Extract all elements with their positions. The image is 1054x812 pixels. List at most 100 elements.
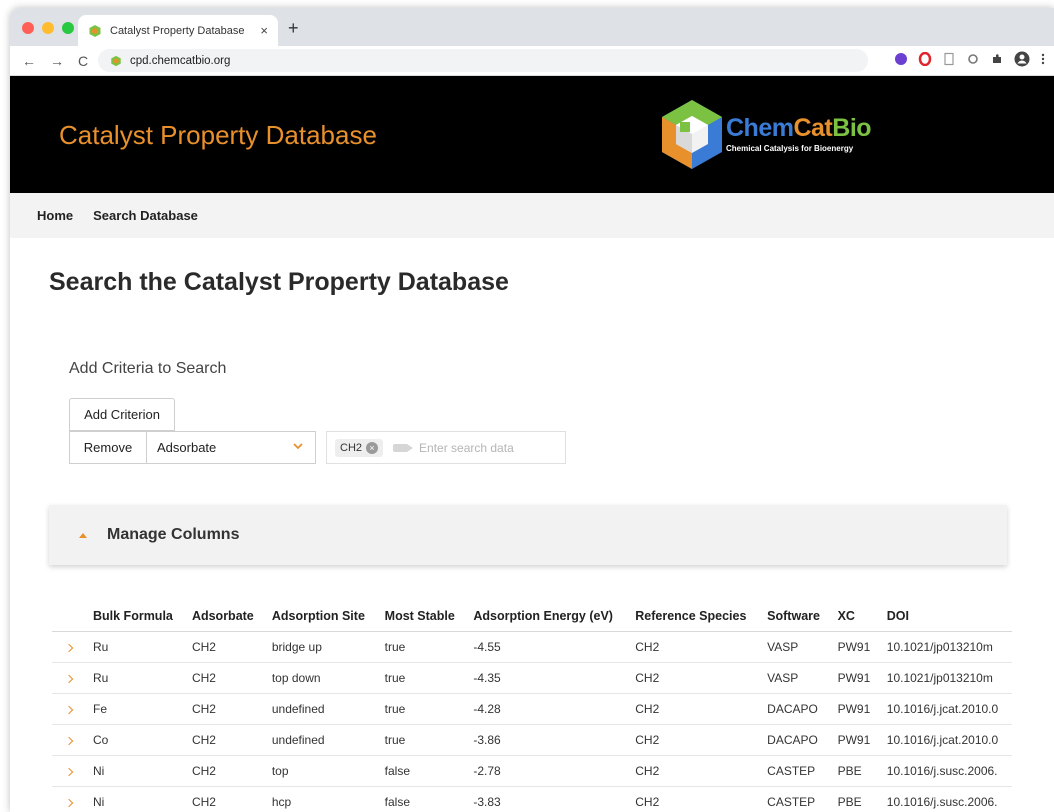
site-header: Catalyst Property Database ChemCatBio Ch… — [10, 76, 1054, 193]
cell-adsorption-energy: -3.83 — [466, 786, 629, 812]
logo-text: ChemCatBio Chemical Catalysis for Bioene… — [726, 114, 872, 153]
site-nav: Home Search Database — [10, 193, 1054, 238]
table-row[interactable]: Ni CH2 hcp false -3.83 CH2 CASTEP PBE 10… — [52, 786, 1012, 812]
puzzle-icon[interactable] — [990, 52, 1004, 66]
table-row[interactable]: Co CH2 undefined true -3.86 CH2 DACAPO P… — [52, 724, 1012, 756]
cell-software: VASP — [760, 662, 831, 694]
browser-tab[interactable]: Catalyst Property Database × — [78, 15, 278, 46]
cell-adsorption-site: bridge up — [264, 631, 378, 663]
criterion-select[interactable]: Adsorbate — [146, 431, 316, 464]
cell-adsorption-site: undefined — [264, 724, 378, 756]
cell-doi: 10.1021/jp013210m — [879, 631, 1012, 663]
cell-reference-species: CH2 — [628, 786, 761, 812]
row-expand-button[interactable] — [52, 693, 86, 725]
row-expand-button[interactable] — [52, 786, 86, 812]
chip-label: CH2 — [340, 441, 363, 454]
cell-doi: 10.1016/j.jcat.2010.0 — [879, 693, 1012, 725]
document-icon[interactable] — [942, 52, 956, 66]
table-row[interactable]: Ni CH2 top false -2.78 CH2 CASTEP PBE 10… — [52, 755, 1012, 787]
remove-criterion-button[interactable]: Remove — [69, 431, 147, 464]
chevron-right-icon — [64, 674, 74, 683]
logo-tagline: Chemical Catalysis for Bioenergy — [726, 144, 854, 153]
site-title[interactable]: Catalyst Property Database — [59, 120, 377, 151]
header-xc[interactable]: XC — [830, 601, 880, 632]
table-header-row: Bulk Formula Adsorbate Adsorption Site M… — [52, 601, 1012, 632]
nav-home[interactable]: Home — [37, 208, 73, 223]
cell-bulk-formula: Fe — [86, 693, 185, 725]
close-window-button[interactable] — [22, 22, 34, 34]
cell-adsorbate: CH2 — [184, 662, 265, 694]
cell-reference-species: CH2 — [628, 662, 761, 694]
cell-most-stable: false — [377, 786, 467, 812]
row-expand-button[interactable] — [52, 755, 86, 787]
header-adsorption-energy[interactable]: Adsorption Energy (eV) — [466, 601, 629, 632]
maximize-window-button[interactable] — [62, 22, 74, 34]
cell-adsorption-energy: -3.86 — [466, 724, 629, 756]
back-icon[interactable]: ← — [22, 53, 36, 69]
menu-dots-icon[interactable] — [1040, 52, 1046, 66]
header-adsorption-site[interactable]: Adsorption Site — [264, 601, 378, 632]
header-software[interactable]: Software — [760, 601, 831, 632]
row-expand-button[interactable] — [52, 631, 86, 663]
circle-icon[interactable] — [966, 52, 980, 66]
reload-icon[interactable]: C — [78, 53, 88, 69]
table-row[interactable]: Ru CH2 top down true -4.35 CH2 VASP PW91… — [52, 662, 1012, 694]
window-controls — [22, 22, 74, 34]
cell-reference-species: CH2 — [628, 631, 761, 663]
site-favicon-icon — [89, 24, 101, 37]
results-table: Bulk Formula Adsorbate Adsorption Site M… — [52, 601, 1012, 812]
tab-close-icon[interactable]: × — [260, 23, 268, 38]
browser-toolbar: ← → C cpd.chemcatbio.org — [10, 46, 1054, 76]
add-criterion-button[interactable]: Add Criterion — [69, 398, 175, 431]
minimize-window-button[interactable] — [42, 22, 54, 34]
new-tab-button[interactable]: + — [288, 18, 299, 39]
cell-software: DACAPO — [760, 693, 831, 725]
cell-doi: 10.1021/jp013210m — [879, 662, 1012, 694]
chevron-down-icon — [293, 443, 303, 450]
row-expand-button[interactable] — [52, 662, 86, 694]
url-text: cpd.chemcatbio.org — [130, 54, 231, 67]
cell-xc: PW91 — [830, 662, 880, 694]
search-data-input[interactable] — [419, 440, 560, 455]
table-row[interactable]: Fe CH2 undefined true -4.28 CH2 DACAPO P… — [52, 693, 1012, 725]
cell-xc: PBE — [830, 755, 880, 787]
tab-title: Catalyst Property Database — [110, 24, 245, 37]
cell-bulk-formula: Co — [86, 724, 185, 756]
cell-most-stable: true — [377, 631, 467, 663]
cell-most-stable: true — [377, 724, 467, 756]
header-doi[interactable]: DOI — [879, 601, 1012, 632]
search-chip: CH2 × — [335, 438, 384, 457]
manage-columns-panel[interactable]: Manage Columns — [49, 505, 1007, 565]
nav-search-database[interactable]: Search Database — [93, 208, 198, 223]
row-expand-button[interactable] — [52, 724, 86, 756]
cell-adsorption-energy: -4.55 — [466, 631, 629, 663]
header-reference-species[interactable]: Reference Species — [628, 601, 761, 632]
browser-nav-buttons: ← → C — [22, 53, 88, 69]
cell-most-stable: false — [377, 755, 467, 787]
tag-icon — [393, 443, 414, 452]
logo-name: ChemCatBio — [726, 114, 872, 142]
cell-software: DACAPO — [760, 724, 831, 756]
cell-most-stable: true — [377, 693, 467, 725]
browser-tabbar: Catalyst Property Database × + — [10, 8, 1054, 46]
extension-purple-icon[interactable] — [894, 52, 908, 66]
search-data-field[interactable]: CH2 × — [326, 431, 566, 464]
header-bulk-formula[interactable]: Bulk Formula — [86, 601, 185, 632]
profile-icon[interactable] — [1014, 51, 1030, 67]
chip-remove-icon[interactable]: × — [366, 441, 379, 454]
cell-bulk-formula: Ru — [86, 631, 185, 663]
opera-icon[interactable] — [918, 52, 932, 66]
header-adsorbate[interactable]: Adsorbate — [184, 601, 265, 632]
chevron-right-icon — [64, 705, 74, 714]
manage-columns-label: Manage Columns — [107, 526, 240, 543]
cell-reference-species: CH2 — [628, 693, 761, 725]
address-bar[interactable]: cpd.chemcatbio.org — [98, 49, 868, 72]
cell-bulk-formula: Ru — [86, 662, 185, 694]
cell-xc: PW91 — [830, 693, 880, 725]
extensions-area — [894, 51, 1046, 67]
table-row[interactable]: Ru CH2 bridge up true -4.55 CH2 VASP PW9… — [52, 631, 1012, 663]
cell-adsorption-energy: -2.78 — [466, 755, 629, 787]
cell-adsorbate: CH2 — [184, 631, 265, 663]
header-most-stable[interactable]: Most Stable — [377, 601, 467, 632]
forward-icon[interactable]: → — [50, 53, 64, 69]
